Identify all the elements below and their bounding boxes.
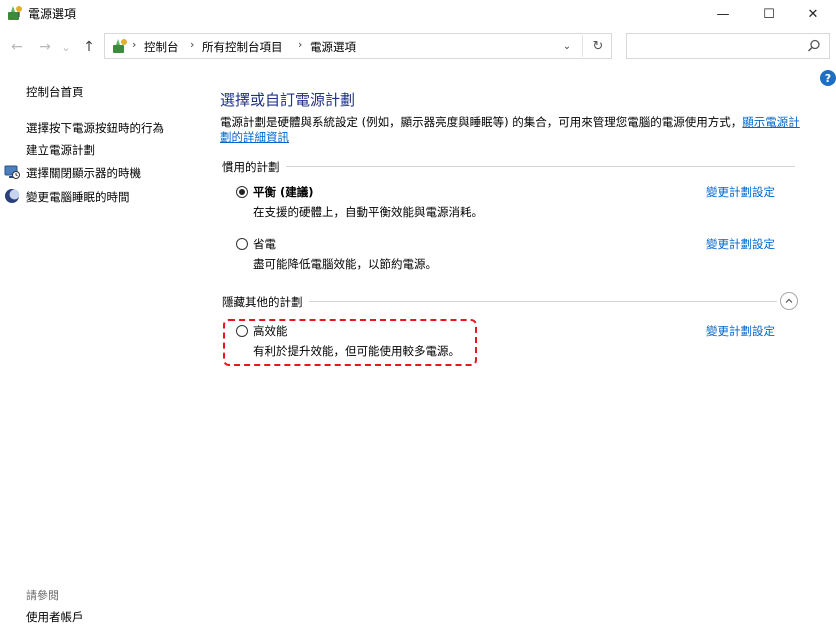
minimize-button[interactable]: — bbox=[700, 0, 746, 28]
up-button[interactable]: ↑ bbox=[80, 38, 98, 56]
moon-sleep-icon bbox=[5, 189, 20, 203]
plan-balanced-change-link[interactable]: 變更計劃設定 bbox=[706, 184, 775, 200]
help-icon[interactable]: ? bbox=[820, 70, 836, 86]
see-also-heading: 請參閱 bbox=[26, 589, 59, 602]
search-icon[interactable] bbox=[805, 37, 823, 55]
breadcrumb-all-items[interactable]: 所有控制台項目 bbox=[202, 39, 283, 55]
plan-balanced-name[interactable]: 平衡 (建議) bbox=[253, 184, 314, 200]
description-text: 電源計劃是硬體與系統設定 (例如，顯示器亮度與睡眠等) 的集合，可用來管理您電腦… bbox=[220, 115, 743, 129]
search-input[interactable] bbox=[631, 37, 803, 57]
recent-locations-button[interactable]: ⌄ bbox=[60, 38, 72, 56]
sidebar-item-display-off[interactable]: 選擇關閉顯示器的時機 bbox=[26, 165, 141, 181]
sidebar-home-link[interactable]: 控制台首頁 bbox=[26, 84, 84, 100]
window-title: 電源選項 bbox=[28, 7, 77, 21]
breadcrumb-separator: › bbox=[190, 38, 195, 51]
refresh-button[interactable]: ↻ bbox=[588, 36, 608, 56]
breadcrumb-power-options[interactable]: 電源選項 bbox=[310, 39, 356, 55]
chevron-up-icon bbox=[785, 298, 793, 303]
plan-power-saver-radio[interactable] bbox=[236, 238, 248, 250]
plan-balanced-desc: 在支援的硬體上，自動平衡效能與電源消耗。 bbox=[253, 205, 483, 219]
plan-power-saver-desc: 盡可能降低電腦效能，以節約電源。 bbox=[253, 257, 437, 271]
address-dropdown-button[interactable]: ⌄ bbox=[557, 36, 577, 56]
page-title: 選擇或自訂電源計劃 bbox=[220, 91, 356, 109]
breadcrumb-control-panel[interactable]: 控制台 bbox=[144, 39, 179, 55]
breadcrumb-separator: › bbox=[132, 38, 137, 51]
collapse-hidden-plans-button[interactable] bbox=[780, 292, 798, 310]
forward-button[interactable]: → bbox=[36, 38, 54, 56]
sidebar-item-sleep-time[interactable]: 變更電腦睡眠的時間 bbox=[26, 189, 130, 205]
breadcrumb-separator: › bbox=[298, 38, 303, 51]
preferred-section-label: 慣用的計劃 bbox=[222, 159, 286, 175]
sidebar-item-create-plan[interactable]: 建立電源計劃 bbox=[26, 142, 95, 158]
plan-power-saver-change-link[interactable]: 變更計劃設定 bbox=[706, 236, 775, 252]
see-also-user-accounts[interactable]: 使用者帳戶 bbox=[26, 609, 84, 625]
page-description: 電源計劃是硬體與系統設定 (例如，顯示器亮度與睡眠等) 的集合，可用來管理您電腦… bbox=[220, 115, 800, 145]
maximize-button[interactable]: ☐ bbox=[746, 0, 792, 28]
address-divider bbox=[582, 35, 583, 57]
control-panel-icon bbox=[113, 39, 127, 53]
search-box[interactable] bbox=[626, 33, 830, 59]
back-button[interactable]: ← bbox=[8, 38, 26, 56]
power-options-icon bbox=[8, 6, 22, 20]
preferred-section-divider bbox=[222, 166, 795, 167]
title-bar: 電源選項 — ☐ ✕ bbox=[0, 0, 836, 28]
plan-balanced-radio[interactable] bbox=[236, 186, 248, 198]
highlight-annotation-box bbox=[223, 319, 477, 366]
plan-power-saver-name[interactable]: 省電 bbox=[253, 236, 276, 252]
sidebar-item-power-button[interactable]: 選擇按下電源按鈕時的行為 bbox=[26, 120, 164, 136]
close-button[interactable]: ✕ bbox=[790, 0, 836, 28]
monitor-power-icon bbox=[4, 165, 20, 179]
address-bar[interactable]: › 控制台 › 所有控制台項目 › 電源選項 ⌄ ↻ bbox=[104, 33, 612, 59]
plan-high-performance-change-link[interactable]: 變更計劃設定 bbox=[706, 323, 775, 339]
hidden-section-label: 隱藏其他的計劃 bbox=[222, 294, 309, 310]
